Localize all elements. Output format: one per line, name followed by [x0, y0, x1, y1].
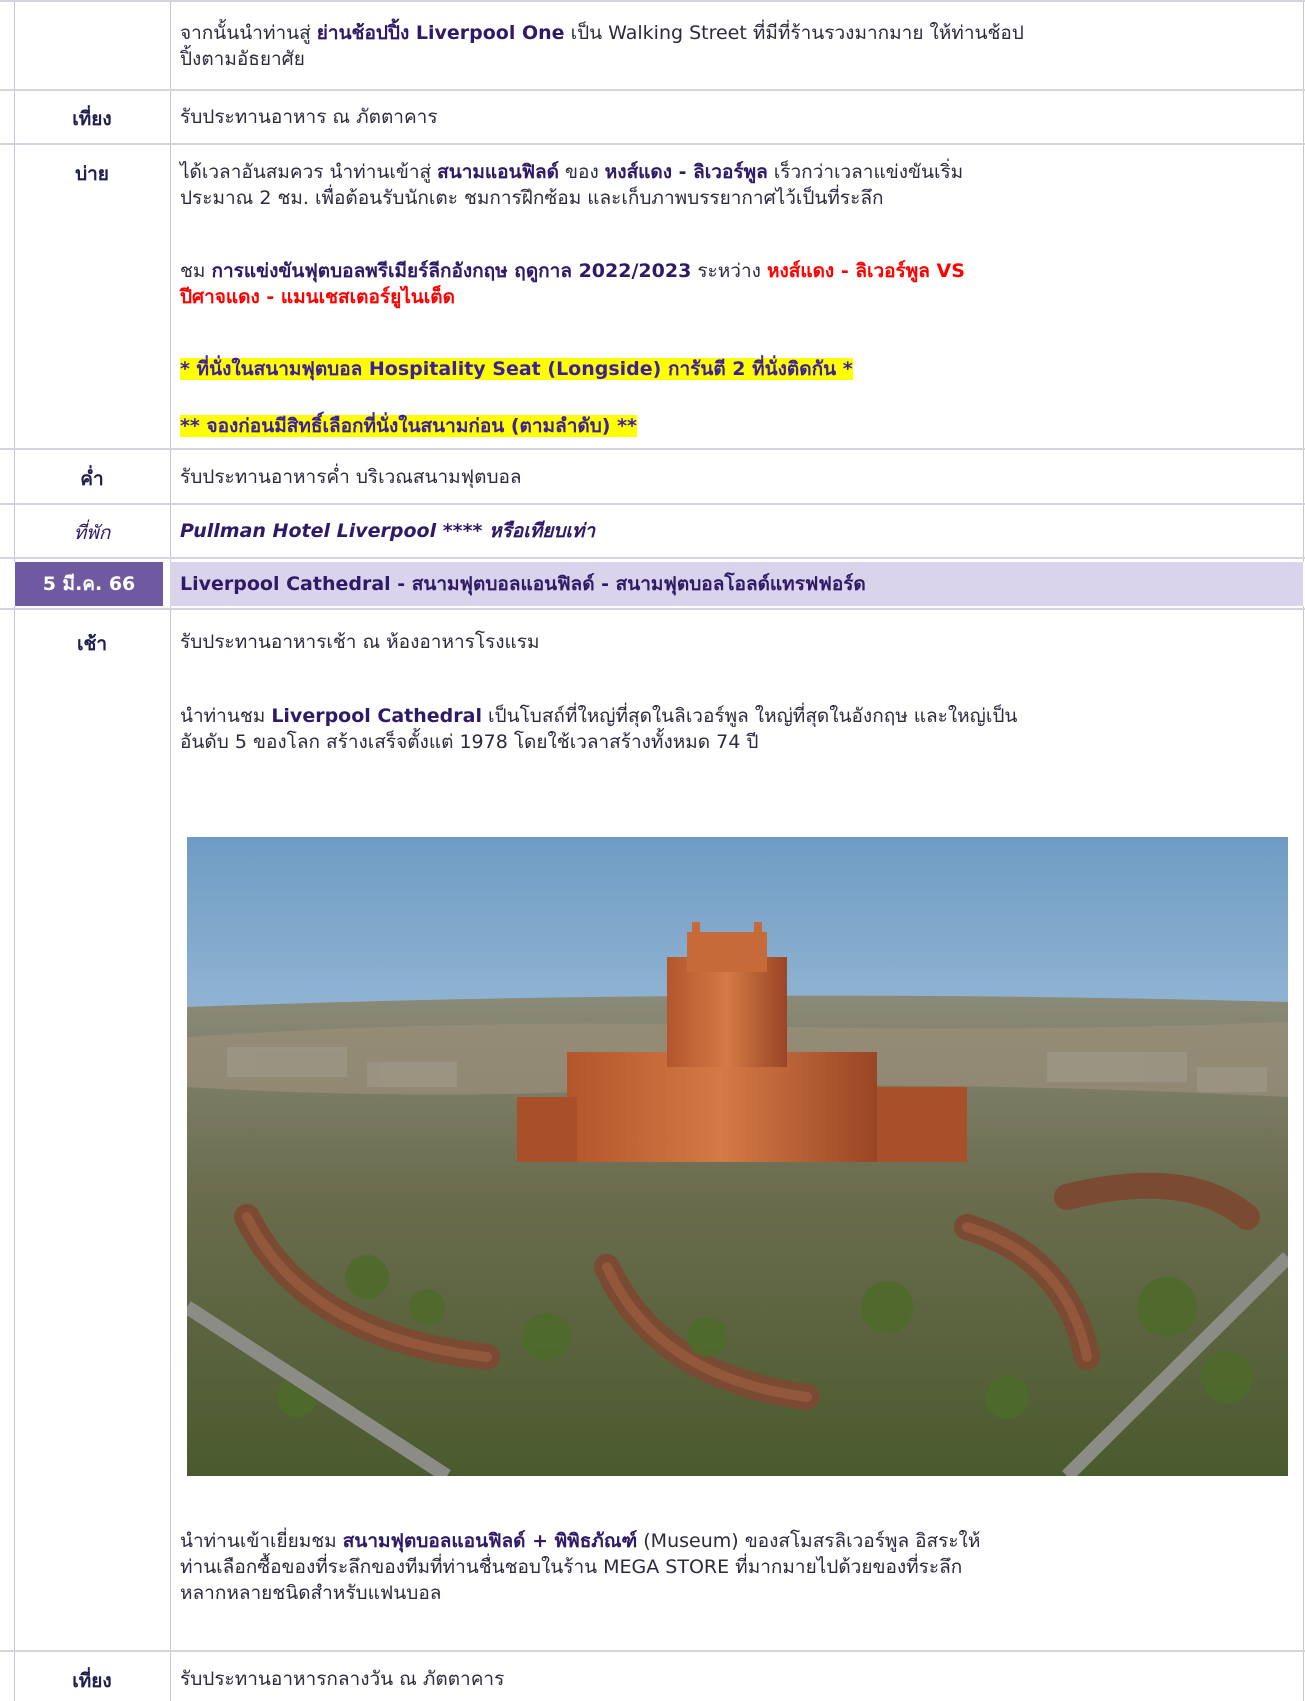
shopping-text: ปิ้งตามอัธยาศัย — [180, 48, 305, 70]
match-name: การแข่งขันฟุตบอลพรีเมียร์ลีกอังกฤษ ฤดูกา… — [211, 260, 692, 282]
booking-note-text: ** จองก่อนมีสิทธิ์เลือกที่นั่งในสนามก่อน… — [180, 415, 637, 437]
row-divider — [0, 143, 1305, 145]
seat-note: * ที่นั่งในสนามฟุตบอล Hospitality Seat (… — [180, 356, 1290, 382]
anfield-paragraph: นำท่านเข้าเยี่ยมชม สนามฟุตบอลแอนฟิลด์ + … — [180, 1528, 1290, 1606]
afternoon-text: เร็วกว่าเวลาแข่งขันเริ่ม — [767, 161, 964, 183]
liverpool-name: หงส์แดง - ลิเวอร์พูล — [604, 161, 768, 183]
cathedral-name: Liverpool Cathedral — [271, 705, 482, 727]
anfield-text: นำท่านเข้าเยี่ยมชม — [180, 1530, 343, 1552]
match-text: ชม — [180, 260, 212, 282]
anfield-museum-name: สนามฟุตบอลแอนฟิลด์ + พิพิธภัณฑ์ — [342, 1530, 638, 1552]
match-text: ระหว่าง — [691, 260, 767, 282]
cathedral-photo — [187, 837, 1288, 1476]
row-divider — [0, 557, 1305, 559]
match-paragraph: ชม การแข่งขันฟุตบอลพรีเมียร์ลีกอังกฤษ ฤด… — [180, 258, 1290, 310]
row-divider — [0, 89, 1305, 91]
shopping-text: เป็น Walking Street ที่มีที่ร้านรวงมากมา… — [564, 22, 1024, 44]
anfield-text: ท่านเลือกซื้อของที่ระลึกของทีมที่ท่านชื่… — [180, 1556, 963, 1578]
hotel-label: ที่พัก — [73, 522, 111, 544]
shopping-place: ย่านช้อปปิ้ง Liverpool One — [316, 22, 565, 44]
cathedral-paragraph: นำท่านชม Liverpool Cathedral เป็นโบสถ์ที… — [180, 703, 1290, 755]
hotel-text: Pullman Hotel Liverpool **** หรือเทียบเท… — [180, 520, 596, 542]
booking-note: ** จองก่อนมีสิทธิ์เลือกที่นั่งในสนามก่อน… — [180, 413, 1290, 439]
anfield-text: (Museum) ของสโมสรลิเวอร์พูล อิสระให้ — [637, 1530, 981, 1552]
afternoon-text: ประมาณ 2 ชม. เพื่อต้อนรับนักเตะ ชมการฝึก… — [180, 187, 884, 209]
row-divider — [0, 448, 1305, 450]
dinner-label: ค่ำ — [80, 468, 104, 490]
cathedral-text: เป็นโบสถ์ที่ใหญ่ที่สุดในลิเวอร์พูล ใหญ่ท… — [481, 705, 1018, 727]
cathedral-text: อันดับ 5 ของโลก สร้างเสร็จตั้งแต่ 1978 โ… — [180, 731, 759, 753]
seat-note-text: * ที่นั่งในสนามฟุตบอล Hospitality Seat (… — [180, 358, 853, 380]
row-divider — [0, 503, 1305, 505]
row-divider — [0, 608, 1305, 610]
lunch2-text: รับประทานอาหารกลางวัน ณ ภัตตาคาร — [180, 1668, 505, 1690]
day-date: 5 มี.ค. 66 — [15, 562, 163, 606]
lunch-label: เที่ยง — [72, 108, 112, 130]
afternoon-text: ของ — [559, 161, 605, 183]
match-home-team: หงส์แดง - ลิเวอร์พูล VS — [766, 260, 965, 282]
anfield-text: หลากหลายชนิดสำหรับแฟนบอล — [180, 1582, 442, 1604]
afternoon-paragraph: ได้เวลาอันสมควร นำท่านเข้าสู่ สนามแอนฟิล… — [180, 159, 1290, 211]
lunch2-label: เที่ยง — [72, 1670, 112, 1692]
anfield-name: สนามแอนฟิลด์ — [437, 161, 559, 183]
row-divider — [0, 1650, 1305, 1652]
row-divider — [0, 0, 1305, 2]
day-header: 5 มี.ค. 66 Liverpool Cathedral - สนามฟุต… — [0, 562, 1305, 606]
table-border-right — [1303, 0, 1304, 1701]
table-border-left — [14, 0, 15, 1701]
lunch-text: รับประทานอาหาร ณ ภัตตาคาร — [180, 106, 438, 128]
shopping-paragraph: จากนั้นนำท่านสู่ ย่านช้อปปิ้ง Liverpool … — [180, 20, 1290, 72]
match-away-team: ปีศาจแดง - แมนเชสเตอร์ยูไนเต็ด — [180, 286, 455, 308]
dinner-text: รับประทานอาหารค่ำ บริเวณสนามฟุตบอล — [180, 466, 522, 488]
morning-label: เช้า — [76, 633, 108, 655]
cathedral-text: นำท่านชม — [180, 705, 272, 727]
day-title: Liverpool Cathedral - สนามฟุตบอลแอนฟิลด์… — [170, 562, 1303, 606]
shopping-text: จากนั้นนำท่านสู่ — [180, 22, 317, 44]
table-border-middle — [170, 0, 171, 1701]
afternoon-label: บ่าย — [75, 163, 109, 185]
breakfast-text: รับประทานอาหารเช้า ณ ห้องอาหารโรงแรม — [180, 631, 540, 653]
itinerary-page: จากนั้นนำท่านสู่ ย่านช้อปปิ้ง Liverpool … — [0, 0, 1305, 1701]
afternoon-text: ได้เวลาอันสมควร นำท่านเข้าสู่ — [180, 161, 438, 183]
